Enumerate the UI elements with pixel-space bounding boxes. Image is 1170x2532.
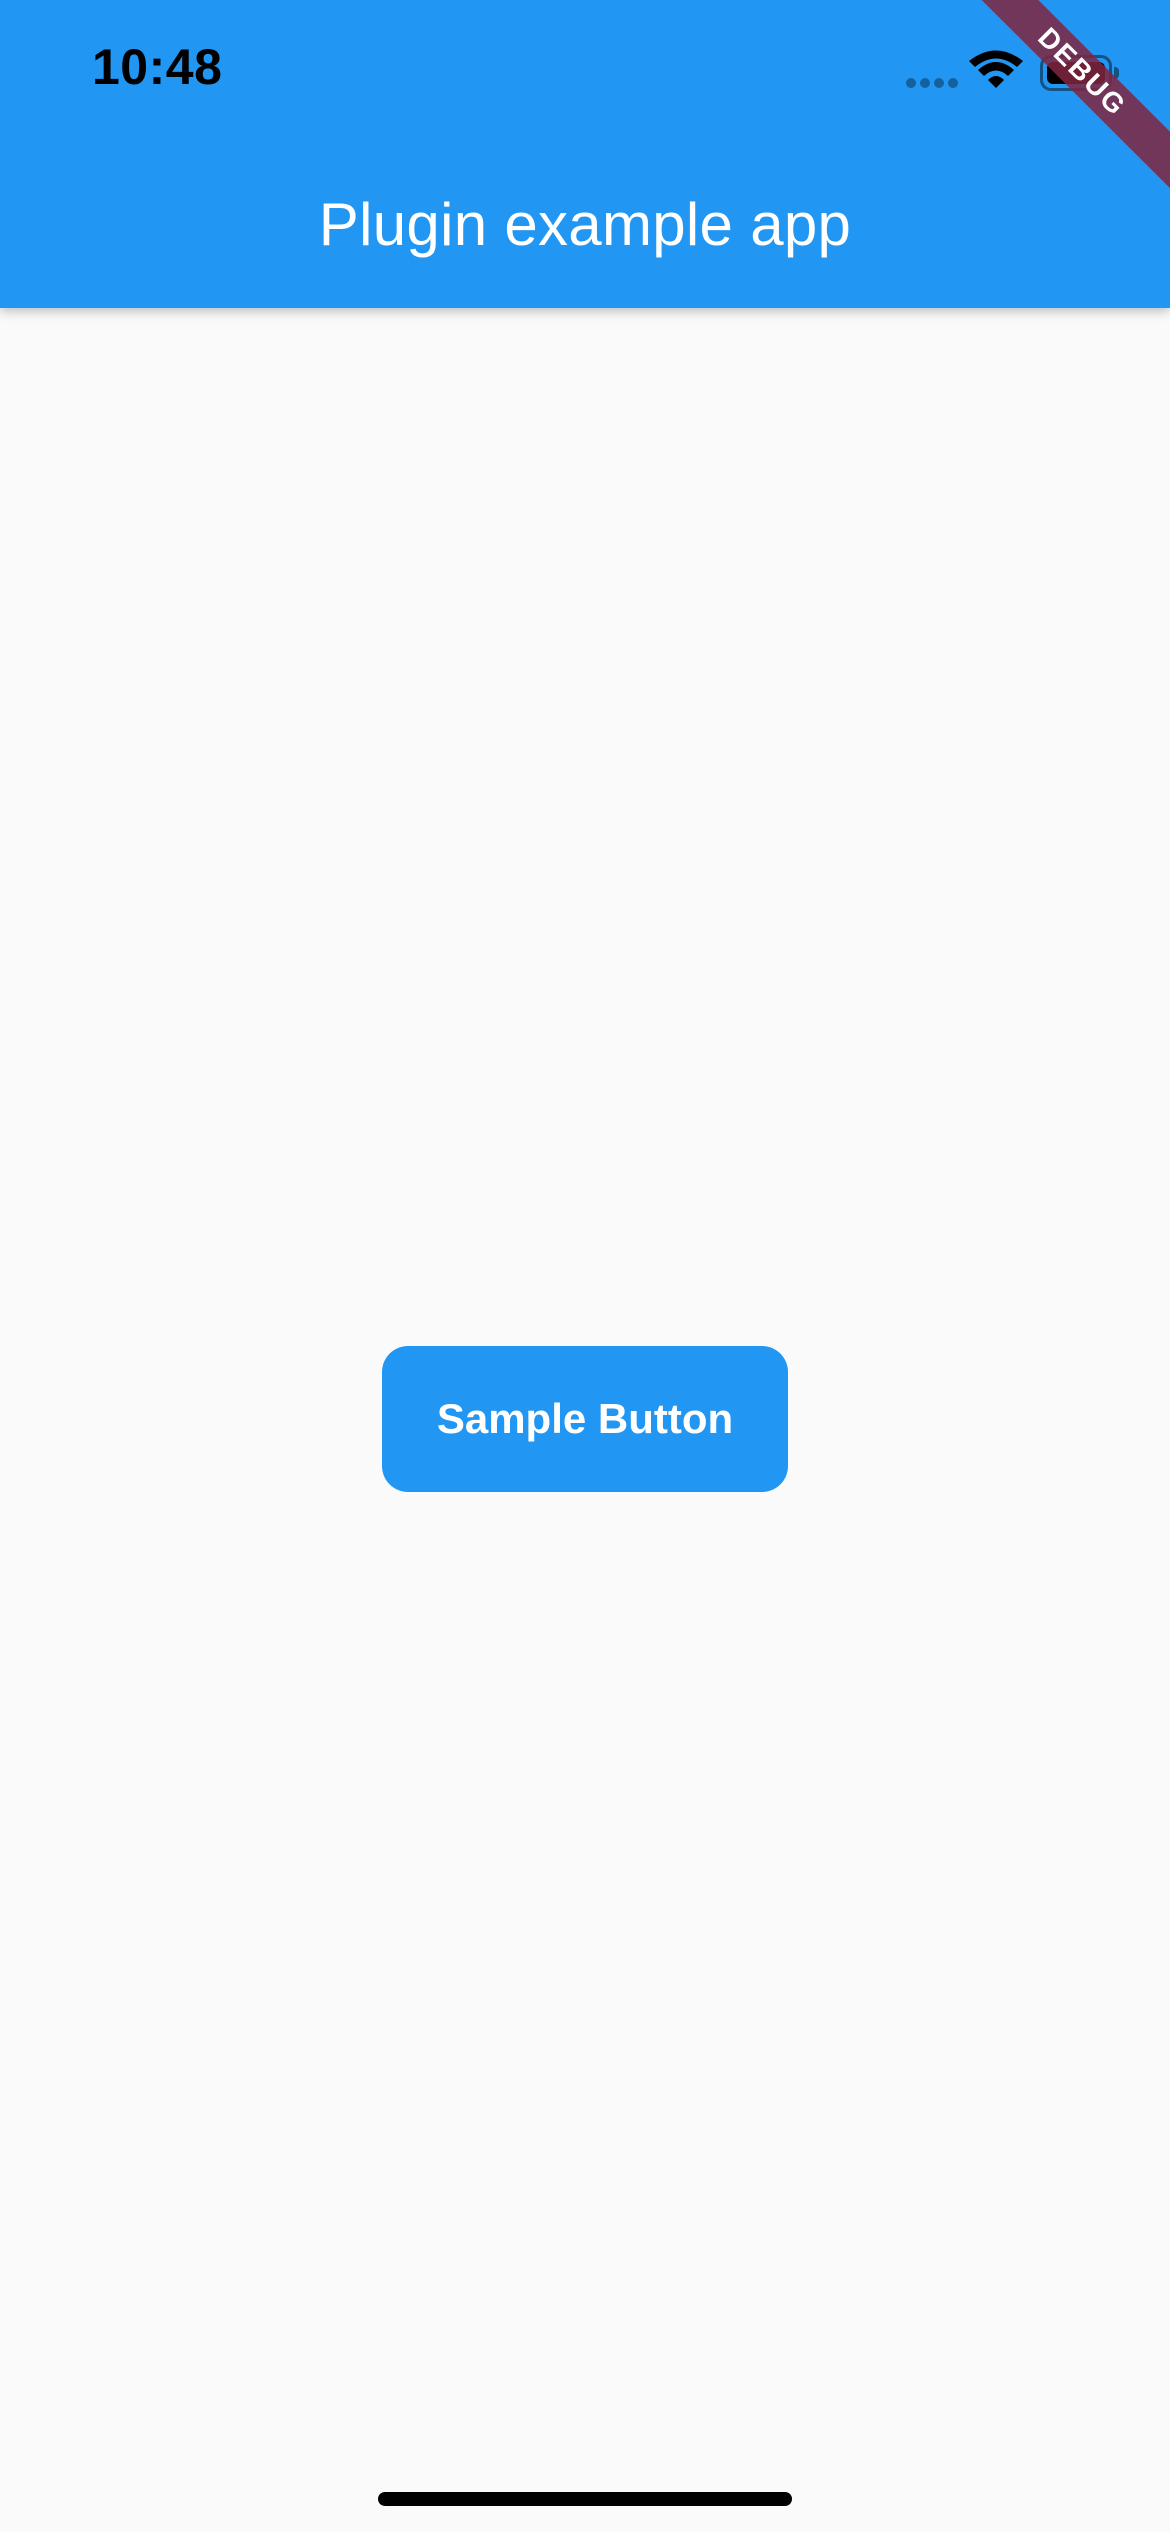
app-title: Plugin example app [318, 191, 852, 258]
status-time: 10:48 [92, 39, 223, 95]
debug-banner: DEBUG [958, 0, 1170, 196]
app-bar: 10:48 Plugin example app DEBUG [0, 0, 1170, 308]
wifi-icon [969, 50, 1023, 88]
home-indicator[interactable] [378, 2492, 792, 2506]
sample-button[interactable]: Sample Button [382, 1346, 788, 1492]
signal-icon [906, 78, 958, 92]
